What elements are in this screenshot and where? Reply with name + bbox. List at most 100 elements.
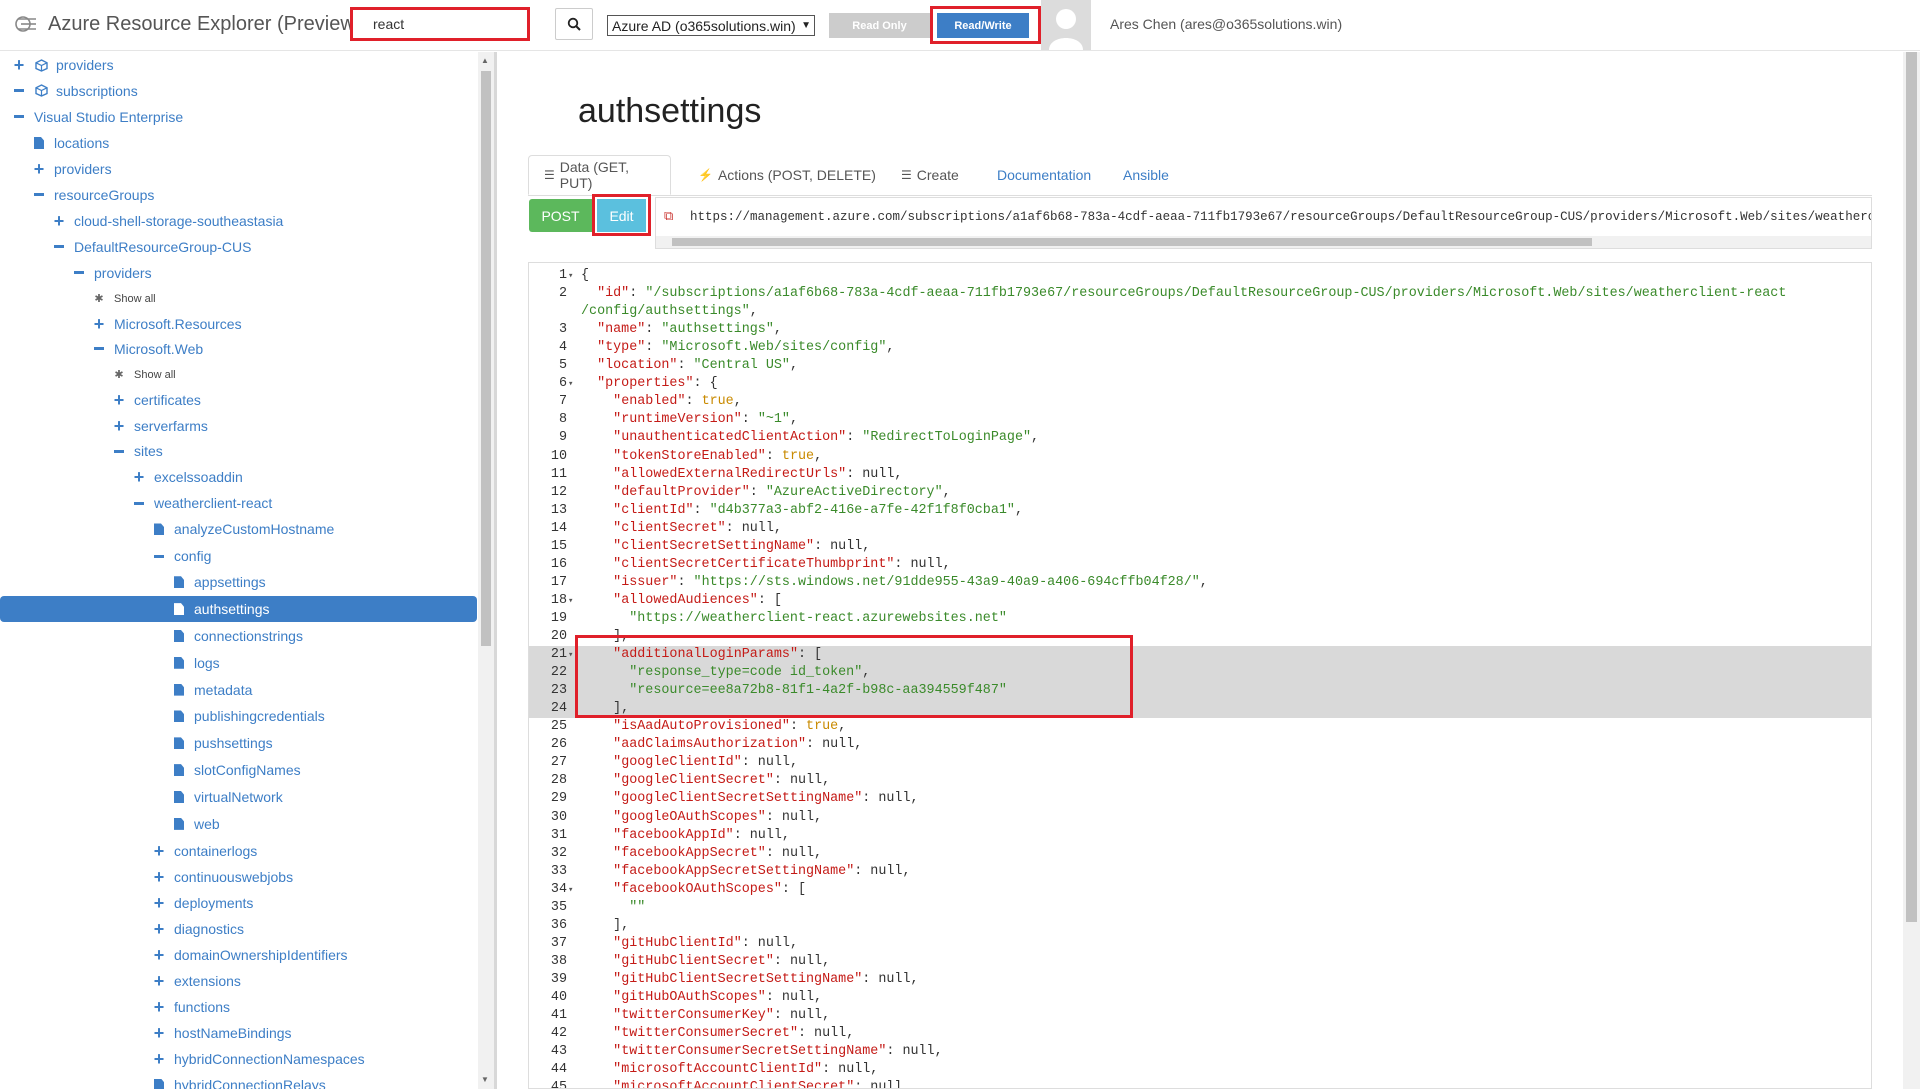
tree-item[interactable]: + domainOwnershipIdentifiers bbox=[152, 942, 348, 968]
tree-item[interactable]: + certificates bbox=[112, 387, 201, 413]
document-icon[interactable] bbox=[172, 656, 186, 670]
code-line[interactable]: /config/authsettings", bbox=[529, 303, 1871, 321]
tab-data[interactable]: ☰ Data (GET, PUT) bbox=[528, 155, 671, 195]
tree-item[interactable]: config bbox=[152, 543, 211, 569]
code-line[interactable]: 7 "enabled": true, bbox=[529, 393, 1871, 411]
tree-item[interactable]: + containerlogs bbox=[152, 838, 258, 864]
code-line[interactable]: 45 "microsoftAccountClientSecret": null, bbox=[529, 1079, 1871, 1088]
document-icon[interactable] bbox=[172, 602, 186, 616]
code-line[interactable]: 19 "https://weatherclient-react.azureweb… bbox=[529, 610, 1871, 628]
tree-item[interactable]: + hybridConnectionNamespaces bbox=[152, 1046, 365, 1072]
code-line[interactable]: 11 "allowedExternalRedirectUrls": null, bbox=[529, 466, 1871, 484]
code-line[interactable]: 42 "twitterConsumerSecret": null, bbox=[529, 1025, 1871, 1043]
tenant-select[interactable]: Azure AD (o365solutions.win) ▼ bbox=[607, 15, 815, 36]
search-input[interactable] bbox=[371, 10, 525, 38]
tree-item[interactable]: + Microsoft.Resources bbox=[92, 311, 242, 337]
plus-icon[interactable]: + bbox=[12, 56, 26, 74]
tree-item[interactable]: + diagnostics bbox=[152, 916, 244, 942]
pane-divider[interactable] bbox=[494, 52, 497, 1089]
fold-toggle-icon[interactable]: ▾ bbox=[568, 881, 573, 899]
plus-icon[interactable]: + bbox=[112, 417, 126, 435]
tree-item[interactable]: metadata bbox=[172, 677, 252, 703]
tree-item[interactable]: ✱ Show all bbox=[92, 286, 155, 312]
tree-item[interactable]: weatherclient-react bbox=[132, 490, 272, 516]
document-icon[interactable] bbox=[172, 736, 186, 750]
plus-icon[interactable]: + bbox=[152, 972, 166, 990]
code-line[interactable]: 12 "defaultProvider": "AzureActiveDirect… bbox=[529, 484, 1871, 502]
minus-icon[interactable] bbox=[12, 84, 26, 98]
read-write-button[interactable]: Read/Write bbox=[937, 13, 1029, 38]
document-icon[interactable] bbox=[172, 763, 186, 777]
code-line[interactable]: 8 "runtimeVersion": "~1", bbox=[529, 411, 1871, 429]
code-line[interactable]: 6 ▾ "properties": { bbox=[529, 375, 1871, 393]
tree-item[interactable]: web bbox=[172, 811, 220, 837]
tree-item[interactable]: + providers bbox=[12, 52, 114, 78]
document-icon[interactable] bbox=[172, 817, 186, 831]
minus-icon[interactable] bbox=[12, 110, 26, 124]
code-line[interactable]: 38 "gitHubClientSecret": null, bbox=[529, 953, 1871, 971]
asterisk-icon[interactable]: ✱ bbox=[112, 368, 126, 382]
tab-create[interactable]: ☰ Create bbox=[886, 155, 974, 195]
code-line[interactable]: 31 "facebookAppId": null, bbox=[529, 827, 1871, 845]
avatar[interactable] bbox=[1041, 0, 1091, 50]
code-line[interactable]: 35 "" bbox=[529, 899, 1871, 917]
code-line[interactable]: 39 "gitHubClientSecretSettingName": null… bbox=[529, 971, 1871, 989]
minus-icon[interactable] bbox=[52, 240, 66, 254]
scroll-down-icon[interactable]: ▼ bbox=[481, 1075, 489, 1084]
tree-item[interactable]: authsettings bbox=[0, 596, 477, 623]
fold-toggle-icon[interactable]: ▾ bbox=[568, 267, 573, 285]
tab-ansible[interactable]: Ansible bbox=[1108, 155, 1184, 195]
tree-item[interactable]: providers bbox=[72, 260, 152, 286]
document-icon[interactable] bbox=[172, 709, 186, 723]
sidebar-scrollbar-thumb[interactable] bbox=[481, 71, 491, 646]
minus-icon[interactable] bbox=[132, 496, 146, 510]
document-icon[interactable] bbox=[152, 1078, 166, 1089]
plus-icon[interactable]: + bbox=[152, 920, 166, 938]
plus-icon[interactable]: + bbox=[152, 1024, 166, 1042]
tree-item[interactable]: + hostNameBindings bbox=[152, 1020, 292, 1046]
code-line[interactable]: 25 "isAadAutoProvisioned": true, bbox=[529, 718, 1871, 736]
document-icon[interactable] bbox=[152, 522, 166, 536]
tree-item[interactable]: ✱ Show all bbox=[112, 362, 175, 388]
document-icon[interactable] bbox=[172, 575, 186, 589]
read-only-button[interactable]: Read Only bbox=[829, 13, 930, 38]
tree-item[interactable]: + cloud-shell-storage-southeastasia bbox=[52, 208, 284, 234]
minus-icon[interactable] bbox=[72, 266, 86, 280]
search-button[interactable] bbox=[555, 8, 593, 40]
tree-item[interactable]: + serverfarms bbox=[112, 413, 208, 439]
tree-item[interactable]: publishingcredentials bbox=[172, 703, 325, 729]
code-line[interactable]: 13 "clientId": "d4b377a3-abf2-416e-a7fe-… bbox=[529, 502, 1871, 520]
tree-item[interactable]: logs bbox=[172, 650, 220, 676]
tree-item[interactable]: analyzeCustomHostname bbox=[152, 516, 334, 542]
plus-icon[interactable]: + bbox=[92, 315, 106, 333]
plus-icon[interactable]: + bbox=[152, 842, 166, 860]
code-line[interactable]: 34 ▾ "facebookOAuthScopes": [ bbox=[529, 881, 1871, 899]
fold-toggle-icon[interactable]: ▾ bbox=[568, 646, 573, 664]
plus-icon[interactable]: + bbox=[112, 391, 126, 409]
plus-icon[interactable]: + bbox=[152, 998, 166, 1016]
code-line[interactable]: 44 "microsoftAccountClientId": null, bbox=[529, 1061, 1871, 1079]
app-brand[interactable]: Azure Resource Explorer (Preview) bbox=[14, 12, 361, 36]
plus-icon[interactable]: + bbox=[152, 894, 166, 912]
tree-item[interactable]: connectionstrings bbox=[172, 623, 303, 649]
code-line[interactable]: 17 "issuer": "https://sts.windows.net/91… bbox=[529, 574, 1871, 592]
tree-item[interactable]: resourceGroups bbox=[32, 182, 154, 208]
code-line[interactable]: 9 "unauthenticatedClientAction": "Redire… bbox=[529, 429, 1871, 447]
url-scrollbar[interactable] bbox=[656, 236, 1871, 248]
plus-icon[interactable]: + bbox=[152, 1050, 166, 1068]
document-icon[interactable] bbox=[172, 629, 186, 643]
minus-icon[interactable] bbox=[92, 342, 106, 356]
plus-icon[interactable]: + bbox=[152, 946, 166, 964]
plus-icon[interactable]: + bbox=[132, 468, 146, 486]
tree-item[interactable]: sites bbox=[112, 438, 163, 464]
code-line[interactable]: 26 "aadClaimsAuthorization": null, bbox=[529, 736, 1871, 754]
code-line[interactable]: 28 "googleClientSecret": null, bbox=[529, 772, 1871, 790]
tab-documentation[interactable]: Documentation bbox=[982, 155, 1106, 195]
tree-item[interactable]: Visual Studio Enterprise bbox=[12, 104, 183, 130]
post-button[interactable]: POST bbox=[529, 199, 592, 232]
tree-item[interactable]: + functions bbox=[152, 994, 230, 1020]
code-line[interactable]: 2 "id": "/subscriptions/a1af6b68-783a-4c… bbox=[529, 285, 1871, 303]
document-icon[interactable] bbox=[172, 683, 186, 697]
tree-item[interactable]: slotConfigNames bbox=[172, 757, 301, 783]
code-line[interactable]: 41 "twitterConsumerKey": null, bbox=[529, 1007, 1871, 1025]
